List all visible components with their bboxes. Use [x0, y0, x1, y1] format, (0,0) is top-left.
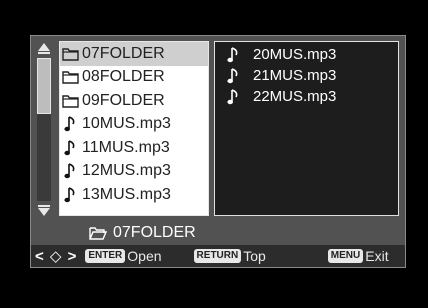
- menu-help: MENU Exit: [327, 248, 389, 264]
- folder-icon: [62, 68, 80, 86]
- list-item[interactable]: 20MUS.mp3: [215, 44, 398, 65]
- menu-key-badge: MENU: [327, 249, 364, 263]
- list-item[interactable]: 13MUS.mp3: [60, 183, 208, 207]
- current-folder-label: 07FOLDER: [113, 224, 196, 241]
- music-note-icon: [62, 139, 80, 157]
- open-folder-icon: [89, 225, 108, 241]
- scroll-up-arrow-icon[interactable]: [37, 42, 51, 56]
- help-bar: < ◇ > ENTER Open RETURN Top MENU Exit: [31, 245, 405, 267]
- folder-contents-pane: 20MUS.mp3 21MUS.mp3 22MUS.mp3: [214, 41, 399, 216]
- enter-help: ENTER Open: [85, 248, 162, 264]
- list-item[interactable]: 22MUS.mp3: [215, 86, 398, 107]
- list-item[interactable]: 10MUS.mp3: [60, 113, 208, 137]
- navigation-arrows-icon: < ◇ >: [35, 248, 78, 265]
- file-browser-osd: 07FOLDER 08FOLDER 09FOLDER 10MUS.mp3 11M…: [30, 35, 406, 268]
- scroll-down-arrow-icon[interactable]: [37, 203, 51, 217]
- music-note-icon: [225, 67, 243, 85]
- list-item[interactable]: 21MUS.mp3: [215, 65, 398, 86]
- folder-list-pane: 07FOLDER 08FOLDER 09FOLDER 10MUS.mp3 11M…: [59, 41, 209, 216]
- list-item[interactable]: 09FOLDER: [60, 89, 208, 113]
- music-note-icon: [225, 46, 243, 64]
- music-note-icon: [62, 186, 80, 204]
- return-key-badge: RETURN: [193, 249, 242, 263]
- enter-key-badge: ENTER: [85, 249, 126, 263]
- folder-icon: [62, 45, 80, 63]
- scrollbar-thumb[interactable]: [37, 58, 51, 114]
- music-note-icon: [62, 115, 80, 133]
- current-folder-indicator: 07FOLDER: [33, 222, 403, 244]
- list-item[interactable]: 07FOLDER: [60, 42, 208, 66]
- list-item[interactable]: 12MUS.mp3: [60, 160, 208, 184]
- list-item[interactable]: 08FOLDER: [60, 66, 208, 90]
- folder-icon: [62, 92, 80, 110]
- return-help: RETURN Top: [193, 248, 266, 264]
- music-note-icon: [225, 88, 243, 106]
- list-item[interactable]: 11MUS.mp3: [60, 136, 208, 160]
- scrollbar-track[interactable]: [37, 58, 51, 201]
- music-note-icon: [62, 162, 80, 180]
